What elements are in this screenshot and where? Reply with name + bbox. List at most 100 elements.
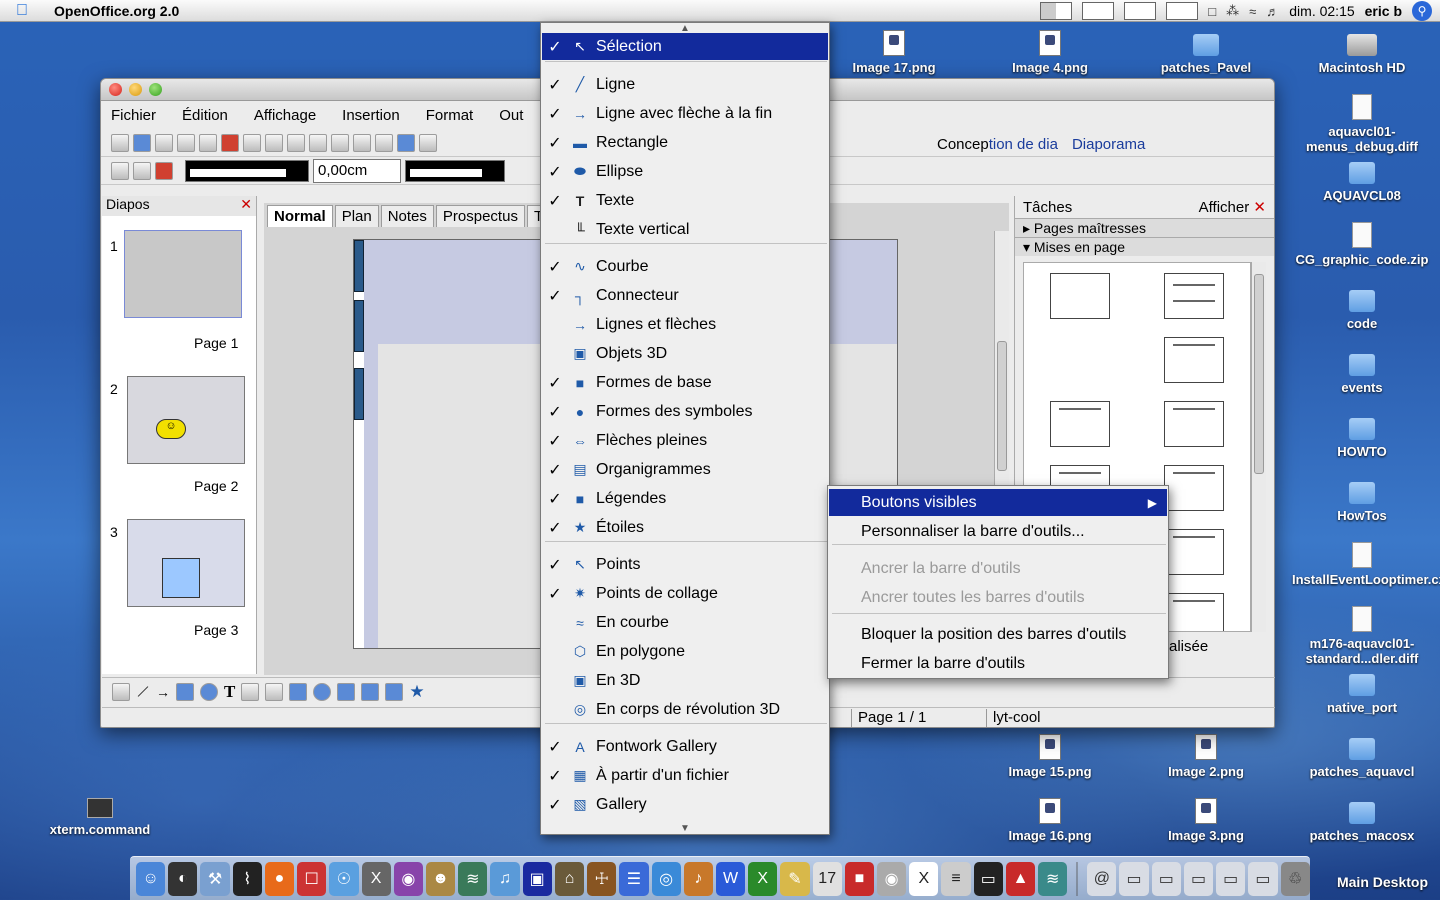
desktop-icon[interactable]: code [1292,286,1432,331]
window-icon[interactable]: □ [1208,4,1216,19]
desktop-icon[interactable]: HOWTO [1292,414,1432,459]
zoom-window-button[interactable] [149,83,162,96]
menu-item-rectangle[interactable]: ✓ ▬ Rectangle [542,129,828,156]
graph-icon[interactable]: ≋ [458,861,488,896]
spotlight-icon[interactable]: ⚲ [1412,1,1432,21]
close-window-button[interactable] [109,83,122,96]
desktop-icon[interactable]: patches_macosx [1292,798,1432,843]
activity-monitor-icon[interactable]: ⌇ [232,861,262,896]
undo-icon[interactable] [397,133,415,152]
desktop-icon[interactable]: HowTos [1292,478,1432,523]
menu-item-text[interactable]: ✓ T Texte [542,187,828,214]
desktop-icon[interactable]: CG_graphic_code.zip [1292,222,1432,267]
submenu-item[interactable]: Bloquer la position des barres d'outils [829,621,1167,648]
close-pane-icon[interactable]: ✕ [240,196,252,216]
menu-item-block-arrows[interactable]: ✓ ⇔ Flèches pleines [542,427,828,454]
orb-icon[interactable]: ◉ [393,861,423,896]
menu-item-to-3d[interactable]: ▣ En 3D [542,667,828,694]
calendar-badge-icon[interactable]: ☐ [297,861,327,896]
menu-item-to-curve[interactable]: ≈ En courbe [542,609,828,636]
desktop-icon[interactable]: AQUAVCL08 [1292,158,1432,203]
layout-title-two-lists[interactable] [1164,337,1224,383]
script-icon[interactable]: ≡ [941,861,971,896]
apple-icon[interactable]:  [0,2,44,20]
menu-item-points[interactable]: ✓ ↖ Points [542,551,828,578]
desktop-icon[interactable]: Image 15.png [980,734,1120,779]
menu-item-basic-shapes[interactable]: ✓ ■ Formes de base [542,369,828,396]
desktop-icon[interactable]: xterm.command [30,792,170,837]
cut-icon[interactable] [309,133,327,152]
basic-shapes-tool-icon[interactable] [289,682,308,701]
menu-item-fontwork[interactable]: ✓ A Fontwork Gallery [542,733,828,760]
menu-item-glue-points[interactable]: ✓ ✷ Points de collage [542,580,828,607]
copy-icon[interactable] [331,133,349,152]
open-icon[interactable] [133,133,151,152]
desktop-icon[interactable]: Image 2.png [1136,734,1276,779]
chart-app-icon[interactable]: ≋ [1038,861,1068,896]
menu-item-vertical-text[interactable]: ╙ Texte vertical [542,216,828,243]
menu-item-rotation-3d[interactable]: ◎ En corps de révolution 3D [542,696,828,723]
menu-item-to-polygon[interactable]: ⬡ En polygone [542,638,828,665]
terminal-app-icon[interactable]: ▭ [973,861,1003,896]
desktop-icon[interactable]: InstallEventLooptimer.cxx [1292,542,1440,587]
menu-item-gallery[interactable]: ✓ ▧ Gallery [542,791,828,818]
user-name[interactable]: eric b [1365,3,1402,19]
section-master-pages[interactable]: ▸ Pages maîtresses [1015,218,1274,237]
select-tool-icon[interactable] [112,682,130,701]
menu-format[interactable]: Format [426,107,474,124]
desktop-icon[interactable]: Image 17.png [824,30,964,75]
print-icon[interactable] [243,133,261,152]
workspace-4-icon[interactable] [1166,2,1199,20]
menu-item-symbol-shapes[interactable]: ✓ ● Formes des symboles [542,398,828,425]
spellcheck-icon[interactable] [265,133,283,152]
red-app-icon[interactable]: ■ [844,861,875,896]
tab-diaporama[interactable]: Diaporama [1072,136,1145,153]
x11-icon[interactable]: X [361,861,391,896]
tab-notes[interactable]: Notes [380,205,434,227]
desktop-icon[interactable]: Image 3.png [1136,798,1276,843]
window-thumb-icon[interactable]: ▭ [1248,861,1278,896]
line-color-select[interactable] [405,159,505,182]
desktop-icon[interactable]: events [1292,350,1432,395]
window-thumb-icon[interactable]: ▭ [1216,861,1246,896]
submenu-item[interactable]: Personnaliser la barre d'outils... [829,518,1167,545]
new-document-icon[interactable] [111,133,129,152]
curve-tool-icon[interactable] [241,682,260,701]
arrow-style-icon[interactable] [155,161,173,180]
wifi-icon[interactable]: ≈ [1249,4,1256,19]
stack-icon[interactable]: ☰ [619,861,649,896]
bluetooth-icon[interactable]: ⁂ [1226,3,1239,19]
slide-thumbnail-3[interactable] [127,519,245,607]
wizard-icon[interactable]: ☩ [587,861,617,896]
save-icon[interactable] [155,133,173,152]
layout-blank[interactable] [1050,273,1110,319]
menu-insertion[interactable]: Insertion [342,107,400,124]
block-arrows-tool-icon[interactable] [337,682,356,701]
clock[interactable]: dim. 02:15 [1289,3,1354,19]
stars-tool-icon[interactable]: ★ [409,682,424,702]
tab-normal[interactable]: Normal [267,205,333,227]
x-app-icon[interactable]: X [909,861,939,896]
tab-prospectus[interactable]: Prospectus [435,205,525,227]
menu-item-ellipse[interactable]: ✓ ⬬ Ellipse [542,158,828,185]
menu-item-connector[interactable]: ✓ ┐ Connecteur [542,282,828,309]
slide-thumbnail-1[interactable] [124,230,242,318]
menu-item-cube[interactable]: ▣ Objets 3D [542,340,828,367]
symbol-shapes-tool-icon[interactable] [313,682,332,701]
finder-icon[interactable]: ☺ [136,861,166,896]
apple-app-icon[interactable]: ◉ [877,861,907,896]
export-icon[interactable] [199,133,217,152]
volume-icon[interactable]: ♬ [1266,4,1279,19]
task-pane-view-menu[interactable]: Afficher ✕ [1199,198,1266,216]
menu-item-arrow-line[interactable]: ✓ → Ligne avec flèche à la fin [542,100,828,127]
menu-item-lines-arrows[interactable]: → Lignes et flèches [542,311,828,338]
blue-app-icon[interactable]: ▣ [522,861,552,896]
export-pdf-icon[interactable] [221,133,239,152]
callout-tool-icon[interactable] [385,682,404,701]
slide-thumbnail-2[interactable]: ☺ [127,376,245,464]
layout-title[interactable] [1164,273,1224,319]
ellipse-tool-icon[interactable] [200,682,218,701]
quicktime-icon[interactable]: ◎ [651,861,681,896]
workspace-3-icon[interactable] [1124,2,1157,20]
layout-chart[interactable] [1164,529,1224,575]
